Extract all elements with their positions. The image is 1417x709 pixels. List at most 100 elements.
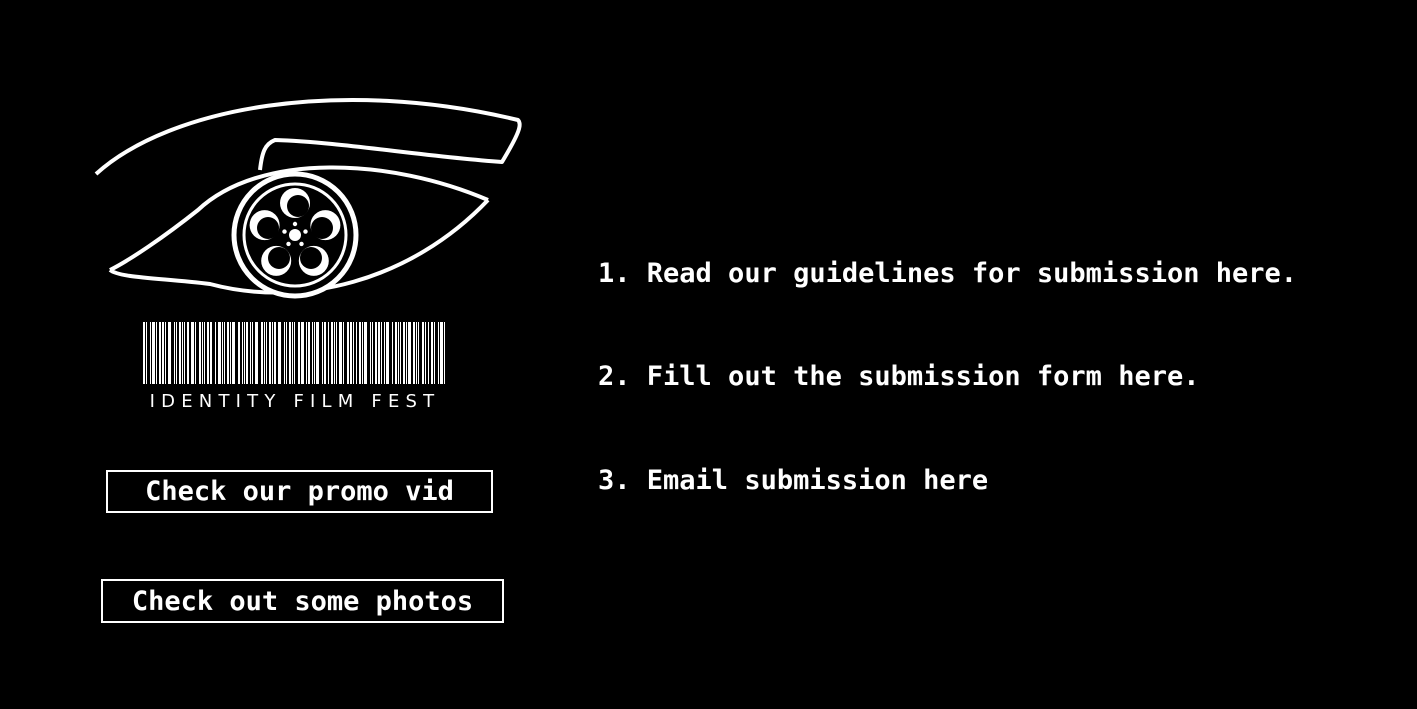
barcode-bar bbox=[314, 322, 315, 384]
barcode-bar bbox=[143, 322, 145, 384]
barcode-bar bbox=[146, 322, 147, 384]
barcode-bar bbox=[444, 322, 445, 384]
barcode-bar bbox=[191, 322, 194, 384]
step-text: Fill out the submission form bbox=[646, 361, 1119, 392]
eye-film-reel-icon bbox=[94, 97, 522, 384]
barcode-bar bbox=[159, 322, 161, 384]
barcode-bar bbox=[272, 322, 273, 384]
barcode-bar bbox=[224, 322, 225, 384]
barcode-bar bbox=[375, 322, 377, 384]
step-2: 2. Fill out the submission form here. bbox=[598, 357, 1199, 397]
barcode-bar bbox=[292, 322, 293, 384]
barcode-bar bbox=[398, 322, 399, 384]
barcode-bar bbox=[252, 322, 253, 384]
barcode-bar bbox=[347, 322, 349, 384]
barcode-bar bbox=[174, 322, 175, 384]
barcode-bar bbox=[418, 322, 419, 384]
barcode-bar bbox=[187, 322, 189, 384]
barcode-bar bbox=[328, 322, 329, 384]
barcode-bar bbox=[324, 322, 326, 384]
barcode-bar bbox=[199, 322, 201, 384]
barcode-bar bbox=[286, 322, 287, 384]
barcode-bar bbox=[222, 322, 223, 384]
barcode-bar bbox=[269, 322, 271, 384]
barcode-bar bbox=[353, 322, 354, 384]
step-suffix: . bbox=[1183, 361, 1200, 392]
barcode-bar bbox=[165, 322, 166, 384]
barcode-bar bbox=[362, 322, 363, 384]
barcode-bar bbox=[378, 322, 380, 384]
barcode-bar bbox=[264, 322, 265, 384]
barcode-bar bbox=[334, 322, 335, 384]
promo-video-button[interactable]: Check our promo vid bbox=[106, 470, 493, 513]
barcode-bar bbox=[246, 322, 248, 384]
barcode-bar bbox=[422, 322, 424, 384]
barcode-bar bbox=[218, 322, 221, 384]
barcode-bar bbox=[331, 322, 333, 384]
barcode-bar bbox=[227, 322, 229, 384]
barcode-bar bbox=[150, 322, 151, 384]
barcode-bar bbox=[210, 322, 212, 384]
barcode-bar bbox=[176, 322, 177, 384]
barcode-bar bbox=[274, 322, 276, 384]
barcode-bar bbox=[356, 322, 357, 384]
barcode-bar bbox=[301, 322, 304, 384]
barcode-bar bbox=[278, 322, 281, 384]
barcode-bar bbox=[438, 322, 439, 384]
barcode-bar bbox=[184, 322, 185, 384]
barcode-bar bbox=[431, 322, 433, 384]
barcode-bar bbox=[162, 322, 164, 384]
barcode-bar bbox=[312, 322, 313, 384]
barcode-bar bbox=[182, 322, 183, 384]
barcode-bar bbox=[322, 322, 323, 384]
barcode-bar bbox=[207, 322, 209, 384]
barcode-bar bbox=[425, 322, 426, 384]
barcode-bar bbox=[232, 322, 235, 384]
barcode-bar bbox=[306, 322, 307, 384]
identity-film-fest-logo: IDENTITY FILM FEST bbox=[90, 82, 530, 412]
barcode-bar bbox=[408, 322, 411, 384]
barcode-bar bbox=[250, 322, 251, 384]
barcode-bar bbox=[434, 322, 435, 384]
barcode-bar bbox=[308, 322, 310, 384]
barcode-bar bbox=[406, 322, 407, 384]
barcode-bar bbox=[381, 322, 382, 384]
barcode-bar bbox=[336, 322, 337, 384]
step-number: 2. bbox=[598, 361, 631, 392]
submission-form-link[interactable]: here bbox=[1118, 361, 1183, 392]
step-number: 1. bbox=[598, 258, 631, 289]
barcode-bar bbox=[261, 322, 263, 384]
email-submission-link[interactable]: here bbox=[923, 465, 988, 496]
guidelines-link[interactable]: here bbox=[1216, 258, 1281, 289]
barcode-bar bbox=[284, 322, 285, 384]
barcode-bar bbox=[413, 322, 415, 384]
barcode-bar bbox=[179, 322, 181, 384]
barcode-bar bbox=[242, 322, 243, 384]
barcode-bar bbox=[202, 322, 203, 384]
barcode-bar bbox=[294, 322, 295, 384]
barcode-bar bbox=[403, 322, 405, 384]
photos-button[interactable]: Check out some photos bbox=[101, 579, 504, 623]
barcode-bar bbox=[215, 322, 216, 384]
step-3: 3. Email submission here bbox=[598, 461, 988, 501]
barcode-bar bbox=[416, 322, 417, 384]
step-1: 1. Read our guidelines for submission he… bbox=[598, 254, 1297, 294]
barcode-bar bbox=[266, 322, 267, 384]
barcode-bar bbox=[350, 322, 352, 384]
barcode-bar bbox=[440, 322, 443, 384]
step-suffix: . bbox=[1280, 258, 1298, 289]
barcode-bar bbox=[168, 322, 171, 384]
wordmark: IDENTITY FILM FEST bbox=[149, 391, 441, 412]
barcode-bar bbox=[384, 322, 385, 384]
barcode-bar bbox=[255, 322, 258, 384]
barcode-bar bbox=[364, 322, 367, 384]
barcode-bar bbox=[316, 322, 319, 384]
step-text: Email submission bbox=[646, 465, 924, 496]
step-text: Read our guidelines for submission bbox=[646, 258, 1216, 289]
barcode-bar bbox=[289, 322, 291, 384]
barcode-bar bbox=[386, 322, 389, 384]
barcode-bar bbox=[372, 322, 373, 384]
barcode-bar bbox=[339, 322, 342, 384]
barcode-bar bbox=[392, 322, 393, 384]
barcode-bar bbox=[428, 322, 429, 384]
